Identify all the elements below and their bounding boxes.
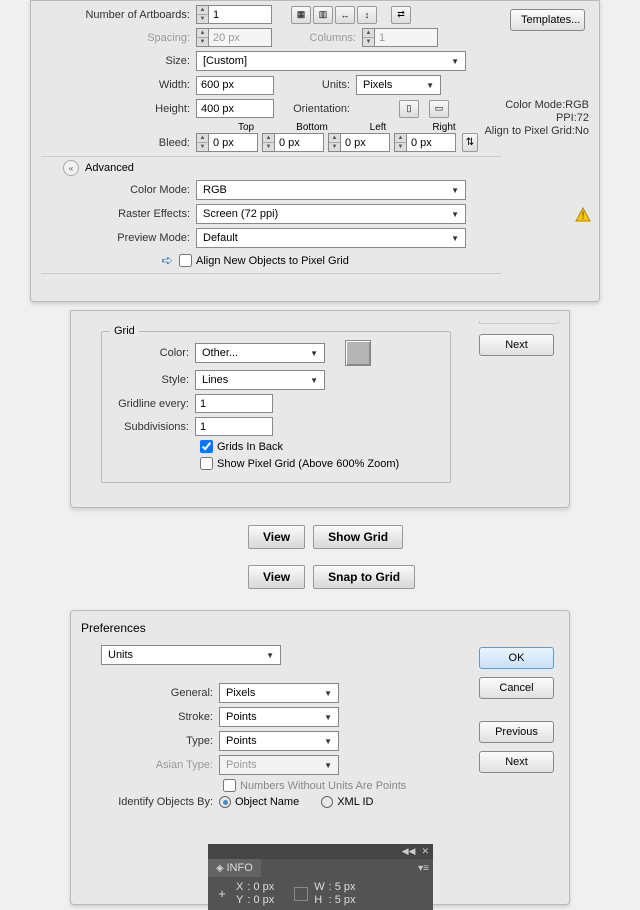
svg-text:!: ! (581, 210, 584, 222)
width-input[interactable] (196, 76, 274, 95)
gridline-every-input[interactable] (195, 394, 273, 413)
info-panel: ◀◀ ✕ ◈ INFO ▾≡ + X : 0 px Y : 0 px W : 5 px… (208, 844, 433, 910)
bleed-label: Bleed: (41, 137, 196, 149)
info-menu-icon[interactable]: ▾≡ (418, 863, 429, 874)
grid-color-swatch[interactable] (345, 340, 371, 366)
snap-grid-menu-button[interactable]: Snap to Grid (313, 565, 415, 589)
columns-label: Columns: (272, 32, 362, 44)
gridline-every-label: Gridline every: (110, 398, 195, 410)
orientation-portrait-icon[interactable]: ▯ (399, 100, 419, 118)
height-label: Height: (41, 103, 196, 115)
info-w-value: : 5 px (329, 881, 356, 893)
bleed-right-label: Right (411, 122, 477, 133)
info-dimensions-icon (294, 887, 308, 901)
bleed-right-input[interactable] (406, 133, 456, 152)
previous-button[interactable]: Previous (479, 721, 554, 743)
info-tab[interactable]: ◈ INFO (208, 859, 261, 877)
type-select[interactable]: Points▼ (219, 731, 339, 751)
orientation-landscape-icon[interactable]: ▭ (429, 100, 449, 118)
height-input[interactable] (196, 99, 274, 118)
preview-select[interactable]: Default▼ (196, 228, 466, 248)
stroke-select[interactable]: Points▼ (219, 707, 339, 727)
grid-color-select[interactable]: Other...▼ (195, 343, 325, 363)
info-h-label: H (314, 894, 324, 906)
spacing-input[interactable] (208, 28, 272, 47)
grid-style-select[interactable]: Lines▼ (195, 370, 325, 390)
asian-type-select: Points▼ (219, 755, 339, 775)
bleed-left-input[interactable] (340, 133, 390, 152)
preview-label: Preview Mode: (41, 232, 196, 244)
arrange-col-icon[interactable]: ↕ (357, 6, 377, 24)
arrange-grid-row-icon[interactable]: ▦ (291, 6, 311, 24)
info-collapse-icon[interactable]: ◀◀ (402, 846, 416, 857)
next-button[interactable]: Next (479, 334, 554, 356)
orientation-label: Orientation: (274, 103, 356, 115)
size-select[interactable]: [Custom]▼ (196, 51, 466, 71)
info-x-value: : 0 px (247, 881, 274, 893)
align-pixel-grid-checkbox[interactable]: Align New Objects to Pixel Grid (179, 254, 349, 267)
warning-icon: ! (575, 207, 591, 223)
prefs-category-select[interactable]: Units▼ (101, 645, 281, 665)
info-x-label: X (236, 881, 243, 893)
grid-style-label: Style: (110, 374, 195, 386)
units-select[interactable]: Pixels▼ (356, 75, 441, 95)
view-menu-button-1[interactable]: View (248, 525, 305, 549)
stroke-label: Stroke: (101, 711, 219, 723)
asian-type-label: Asian Type: (101, 759, 219, 771)
info-y-value: : 0 px (247, 894, 274, 906)
bleed-bottom-input[interactable] (274, 133, 324, 152)
view-menu-button-2[interactable]: View (248, 565, 305, 589)
columns-input[interactable] (374, 28, 438, 47)
ok-button[interactable]: OK (479, 647, 554, 669)
new-document-panel: Templates... Color Mode:RGB PPI:72 Align… (30, 0, 600, 302)
advanced-label: Advanced (85, 162, 134, 174)
arrange-extra-icon[interactable]: ⇄ (391, 6, 411, 24)
xml-id-radio[interactable]: XML ID (321, 796, 373, 808)
arrange-grid-col-icon[interactable]: ▥ (313, 6, 333, 24)
spacing-label: Spacing: (41, 32, 196, 44)
grids-in-back-checkbox[interactable]: Grids In Back (200, 440, 283, 453)
info-w-label: W (314, 881, 324, 893)
grid-color-label: Color: (110, 347, 195, 359)
advanced-twisty-icon[interactable]: « (63, 160, 79, 176)
object-name-radio[interactable]: Object Name (219, 796, 299, 808)
info-h-value: : 5 px (329, 894, 356, 906)
artboards-label: Number of Artboards: (41, 9, 196, 21)
arrange-row-icon[interactable]: ↔ (335, 6, 355, 24)
subdivisions-label: Subdivisions: (110, 421, 195, 433)
grid-fieldset-title: Grid (110, 325, 139, 337)
units-label: Units: (274, 79, 356, 91)
show-pixel-grid-checkbox[interactable]: Show Pixel Grid (Above 600% Zoom) (200, 457, 399, 470)
info-y-label: Y (236, 894, 243, 906)
color-mode-label: Color Mode: (41, 184, 196, 196)
size-label: Size: (41, 55, 196, 67)
subdivisions-input[interactable] (195, 417, 273, 436)
color-mode-select[interactable]: RGB▼ (196, 180, 466, 200)
numbers-without-units-checkbox[interactable]: Numbers Without Units Are Points (223, 779, 406, 792)
side-info: Color Mode:RGB PPI:72 Align to Pixel Gri… (484, 99, 589, 139)
preferences-title: Preferences (81, 621, 559, 635)
bleed-top-label: Top (213, 122, 279, 133)
templates-button[interactable]: Templates... (510, 9, 585, 31)
raster-select[interactable]: Screen (72 ppi)▼ (196, 204, 466, 224)
general-select[interactable]: Pixels▼ (219, 683, 339, 703)
general-label: General: (101, 687, 219, 699)
show-grid-menu-button[interactable]: Show Grid (313, 525, 403, 549)
grid-prefs-panel: Next Grid Color: Other...▼ Style: Lines▼… (70, 310, 570, 508)
identify-label: Identify Objects By: (101, 796, 219, 808)
width-label: Width: (41, 79, 196, 91)
bleed-bottom-label: Bottom (279, 122, 345, 133)
info-close-icon[interactable]: ✕ (421, 846, 429, 857)
bleed-top-input[interactable] (208, 133, 258, 152)
artboards-input[interactable] (208, 5, 272, 24)
raster-label: Raster Effects: (41, 208, 196, 220)
next-button-prefs[interactable]: Next (479, 751, 554, 773)
bleed-link-icon[interactable]: ⇅ (462, 133, 478, 152)
type-label: Type: (101, 735, 219, 747)
arrow-icon: ➪ (41, 252, 173, 269)
info-crosshair-icon: + (214, 886, 230, 902)
bleed-left-label: Left (345, 122, 411, 133)
cancel-button[interactable]: Cancel (479, 677, 554, 699)
